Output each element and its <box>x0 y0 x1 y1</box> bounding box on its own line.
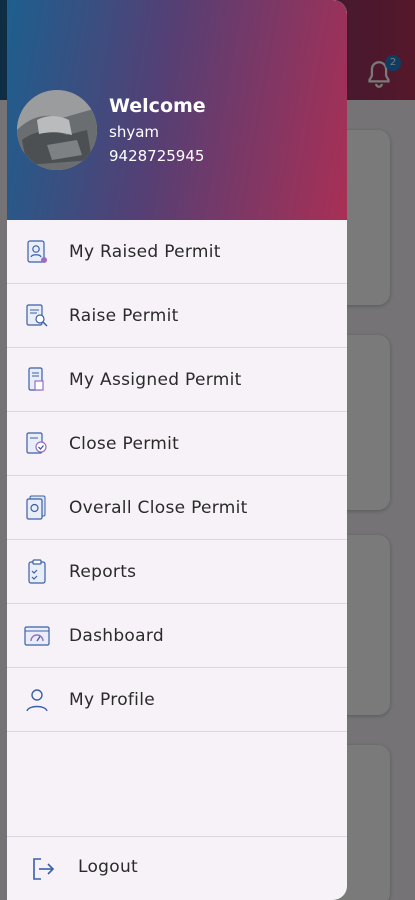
dashboard-gauge-icon <box>24 626 50 646</box>
menu-item-my-profile[interactable]: My Profile <box>7 668 347 732</box>
permit-person-icon <box>27 240 47 263</box>
avatar-photo <box>17 90 97 170</box>
menu-item-my-assigned-permit[interactable]: My Assigned Permit <box>7 348 347 412</box>
username: shyam <box>109 123 160 141</box>
menu-item-label: My Assigned Permit <box>69 369 242 390</box>
phone-number: 9428725945 <box>109 147 205 165</box>
menu-item-label: Raise Permit <box>69 305 179 326</box>
document-check-icon <box>26 432 47 454</box>
welcome-text: Welcome <box>109 95 206 117</box>
avatar[interactable] <box>17 90 97 170</box>
menu-item-label: My Profile <box>69 689 155 710</box>
menu-item-my-raised-permit[interactable]: My Raised Permit <box>7 220 347 284</box>
menu-item-label: Close Permit <box>69 433 180 454</box>
menu-item-label: Overall Close Permit <box>69 497 248 518</box>
drawer-header: Welcome shyam 9428725945 <box>7 0 347 220</box>
navigation-drawer: Welcome shyam 9428725945 My Raised Permi… <box>7 0 347 900</box>
menu-item-raise-permit[interactable]: Raise Permit <box>7 284 347 348</box>
menu-item-dashboard[interactable]: Dashboard <box>7 604 347 668</box>
assigned-document-icon <box>28 367 44 391</box>
logout-button[interactable]: Logout <box>7 837 347 900</box>
clipboard-icon <box>28 559 46 584</box>
app-screen: 2 t t Welcome shyam <box>0 0 415 900</box>
menu-item-reports[interactable]: Reports <box>7 540 347 604</box>
logout-label: Logout <box>78 857 139 877</box>
logout-icon <box>33 858 55 880</box>
document-stack-icon <box>26 495 46 520</box>
menu-item-overall-close-permit[interactable]: Overall Close Permit <box>7 476 347 540</box>
menu-item-label: Reports <box>69 561 137 582</box>
document-search-icon <box>26 304 48 327</box>
menu-item-close-permit[interactable]: Close Permit <box>7 412 347 476</box>
menu-item-label: Dashboard <box>69 625 164 646</box>
user-info: Welcome shyam 9428725945 <box>109 93 206 168</box>
menu-item-label: My Raised Permit <box>69 241 221 262</box>
user-icon <box>26 689 48 712</box>
drawer-menu: My Raised Permit Raise Permit My Assigne… <box>7 220 347 732</box>
